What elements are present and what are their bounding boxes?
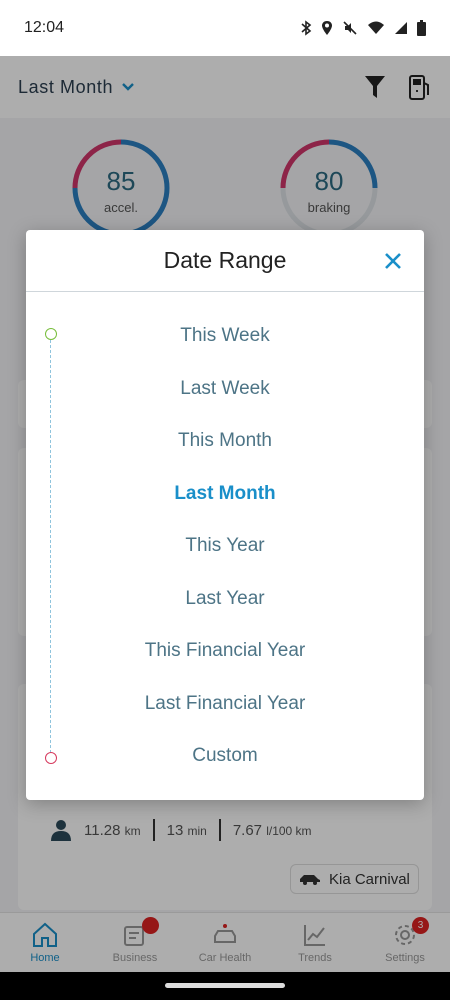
date-range-option-this-financial-year[interactable]: This Financial Year [26,625,424,678]
date-range-option-custom[interactable]: Custom [26,730,424,783]
bluetooth-icon [301,20,312,36]
close-button[interactable] [380,248,406,274]
date-range-options: This Week Last Week This Month Last Month Th… [26,310,424,783]
home-gesture-pill[interactable] [165,983,285,988]
date-range-option-this-week[interactable]: This Week [26,310,424,363]
date-range-option-last-financial-year[interactable]: Last Financial Year [26,678,424,731]
location-icon [322,21,332,35]
status-bar: 12:04 [0,0,450,56]
signal-icon [395,22,407,34]
date-range-option-this-month[interactable]: This Month [26,415,424,468]
battery-icon [417,20,426,36]
status-icons [300,20,426,36]
date-range-option-last-week[interactable]: Last Week [26,363,424,416]
date-range-dialog: Date Range This Week Last Week This Month L… [26,230,424,800]
system-gesture-bar [0,972,450,1000]
date-range-option-this-year[interactable]: This Year [26,520,424,573]
date-range-option-last-month[interactable]: Last Month [26,468,424,521]
date-range-option-last-year[interactable]: Last Year [26,573,424,626]
dialog-header: Date Range [26,230,424,292]
dialog-title: Date Range [163,247,287,273]
wifi-icon [368,21,384,34]
mute-icon [343,21,357,35]
close-icon [385,253,401,269]
status-time: 12:04 [24,19,65,36]
